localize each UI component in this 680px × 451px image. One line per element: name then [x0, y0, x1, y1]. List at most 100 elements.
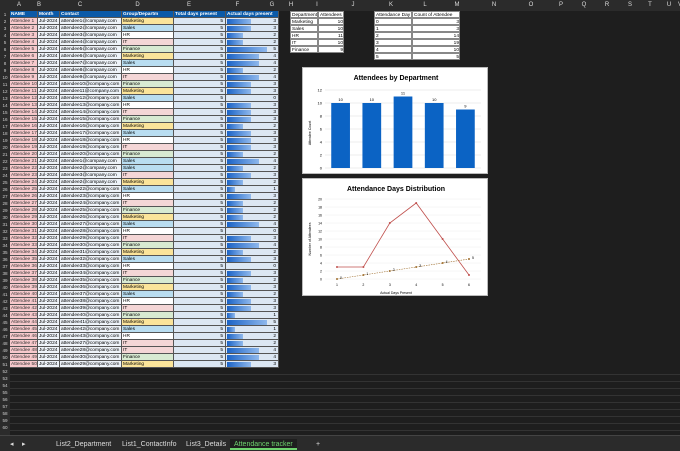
- contact-cell[interactable]: attendee40@company.com: [60, 312, 122, 319]
- group-cell[interactable]: Marketing: [122, 53, 174, 60]
- contact-cell[interactable]: attendee2@company.com: [60, 179, 122, 186]
- month-cell[interactable]: Jul-2024: [38, 46, 60, 53]
- actual-days-cell[interactable]: 3: [226, 172, 279, 179]
- actual-days-cell[interactable]: 3: [226, 137, 279, 144]
- name-cell[interactable]: Attendee 36: [10, 263, 38, 270]
- total-cell[interactable]: 5: [174, 46, 226, 53]
- contact-cell[interactable]: attendee13@company.com: [60, 102, 122, 109]
- month-cell[interactable]: Jul-2024: [38, 333, 60, 340]
- total-cell[interactable]: 5: [174, 25, 226, 32]
- row-number[interactable]: 38: [0, 270, 10, 277]
- dept-summary-cell[interactable]: IT: [290, 39, 318, 46]
- name-cell[interactable]: Attendee 5: [10, 46, 38, 53]
- group-cell[interactable]: Sales: [122, 186, 174, 193]
- month-cell[interactable]: Jul-2024: [38, 165, 60, 172]
- actual-days-cell[interactable]: 2: [226, 123, 279, 130]
- column-letter[interactable]: Q: [574, 2, 594, 8]
- group-cell[interactable]: Finance: [122, 46, 174, 53]
- contact-cell[interactable]: attendee16@company.com: [60, 123, 122, 130]
- month-cell[interactable]: Jul-2024: [38, 39, 60, 46]
- total-cell[interactable]: 5: [174, 354, 226, 361]
- row-number[interactable]: 41: [0, 291, 10, 298]
- group-cell[interactable]: Marketing: [122, 88, 174, 95]
- contact-cell[interactable]: attendee26@company.com: [60, 214, 122, 221]
- month-cell[interactable]: Jul-2024: [38, 130, 60, 137]
- total-cell[interactable]: 5: [174, 270, 226, 277]
- name-cell[interactable]: Attendee 45: [10, 326, 38, 333]
- contact-cell[interactable]: attendee2@company.com: [60, 25, 122, 32]
- line-chart[interactable]: Attendance Days Distribution Number of At…: [302, 178, 488, 296]
- contact-cell[interactable]: attendee33@company.com: [60, 263, 122, 270]
- row-number[interactable]: 59: [0, 417, 10, 424]
- group-cell[interactable]: IT: [122, 39, 174, 46]
- row-number[interactable]: 55: [0, 389, 10, 396]
- row-number[interactable]: 8: [0, 60, 10, 67]
- total-cell[interactable]: 5: [174, 228, 226, 235]
- days-summary-header[interactable]: Count of Attendee: [412, 11, 460, 18]
- contact-cell[interactable]: attendee1@company.com: [60, 158, 122, 165]
- contact-cell[interactable]: attendee9@company.com: [60, 74, 122, 81]
- row-number[interactable]: 39: [0, 277, 10, 284]
- month-cell[interactable]: Jul-2024: [38, 207, 60, 214]
- row-number[interactable]: 15: [0, 109, 10, 116]
- dept-summary-cell[interactable]: Sales: [290, 25, 318, 32]
- actual-days-cell[interactable]: 3: [226, 256, 279, 263]
- total-cell[interactable]: 5: [174, 144, 226, 151]
- row-number[interactable]: 46: [0, 326, 10, 333]
- actual-days-cell[interactable]: 1: [226, 186, 279, 193]
- header-name[interactable]: NAME: [10, 11, 38, 18]
- group-cell[interactable]: Marketing: [122, 214, 174, 221]
- column-letter[interactable]: N: [474, 2, 514, 8]
- column-letter[interactable]: H: [282, 2, 300, 8]
- name-cell[interactable]: Attendee 22: [10, 165, 38, 172]
- actual-days-cell[interactable]: 4: [226, 74, 279, 81]
- contact-cell[interactable]: attendee30@company.com: [60, 354, 122, 361]
- group-cell[interactable]: HR: [122, 32, 174, 39]
- total-cell[interactable]: 5: [174, 263, 226, 270]
- total-cell[interactable]: 5: [174, 298, 226, 305]
- group-cell[interactable]: Marketing: [122, 179, 174, 186]
- month-cell[interactable]: Jul-2024: [38, 270, 60, 277]
- column-letter[interactable]: S: [620, 2, 640, 8]
- actual-days-cell[interactable]: 2: [226, 39, 279, 46]
- name-cell[interactable]: Attendee 12: [10, 95, 38, 102]
- row-number[interactable]: 26: [0, 186, 10, 193]
- row-number[interactable]: 42: [0, 298, 10, 305]
- total-cell[interactable]: 5: [174, 53, 226, 60]
- name-cell[interactable]: Attendee 26: [10, 193, 38, 200]
- actual-days-cell[interactable]: 4: [226, 242, 279, 249]
- month-cell[interactable]: Jul-2024: [38, 116, 60, 123]
- month-cell[interactable]: Jul-2024: [38, 32, 60, 39]
- row-number[interactable]: 1: [0, 11, 10, 18]
- tab-attendance-tracker[interactable]: Attendance tracker: [230, 439, 297, 450]
- contact-cell[interactable]: attendee37@company.com: [60, 291, 122, 298]
- row-number[interactable]: 44: [0, 312, 10, 319]
- contact-cell[interactable]: attendee41@company.com: [60, 319, 122, 326]
- month-cell[interactable]: Jul-2024: [38, 263, 60, 270]
- actual-days-cell[interactable]: 2: [226, 165, 279, 172]
- row-number[interactable]: 20: [0, 144, 10, 151]
- row-number[interactable]: 3: [0, 25, 10, 32]
- row-number[interactable]: 33: [0, 235, 10, 242]
- actual-days-cell[interactable]: 3: [226, 193, 279, 200]
- contact-cell[interactable]: attendee25@company.com: [60, 207, 122, 214]
- month-cell[interactable]: Jul-2024: [38, 60, 60, 67]
- row-number[interactable]: 36: [0, 256, 10, 263]
- name-cell[interactable]: Attendee 33: [10, 242, 38, 249]
- name-cell[interactable]: Attendee 47: [10, 340, 38, 347]
- header-month[interactable]: Month: [38, 11, 60, 18]
- row-number[interactable]: 37: [0, 263, 10, 270]
- actual-days-cell[interactable]: 2: [226, 151, 279, 158]
- total-cell[interactable]: 5: [174, 81, 226, 88]
- group-cell[interactable]: Finance: [122, 242, 174, 249]
- name-cell[interactable]: Attendee 49: [10, 354, 38, 361]
- row-number[interactable]: 9: [0, 67, 10, 74]
- name-cell[interactable]: Attendee 40: [10, 291, 38, 298]
- contact-cell[interactable]: attendee32@company.com: [60, 256, 122, 263]
- contact-cell[interactable]: attendee30@company.com: [60, 242, 122, 249]
- actual-days-cell[interactable]: 3: [226, 116, 279, 123]
- actual-days-cell[interactable]: 4: [226, 221, 279, 228]
- days-summary-cell[interactable]: 2: [374, 32, 412, 39]
- group-cell[interactable]: Sales: [122, 158, 174, 165]
- actual-days-cell[interactable]: 2: [226, 67, 279, 74]
